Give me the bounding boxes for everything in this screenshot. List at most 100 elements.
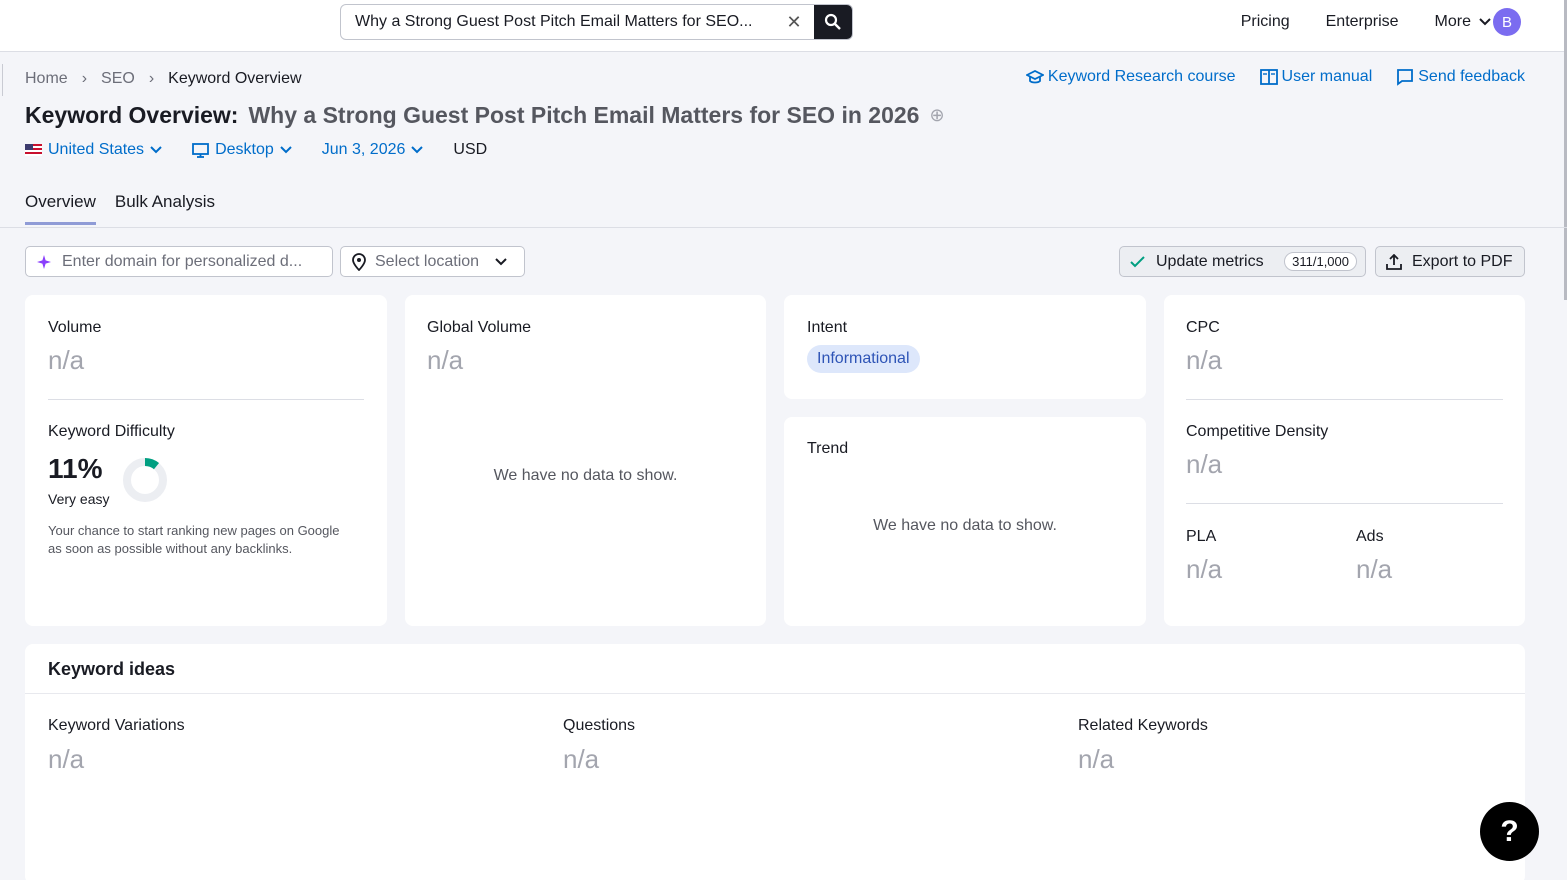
- device-select[interactable]: Desktop: [192, 141, 292, 159]
- us-flag-icon: [25, 144, 42, 156]
- search-icon: [824, 13, 841, 30]
- chevron-down-icon: [150, 146, 162, 154]
- ads-value: n/a: [1356, 554, 1393, 584]
- nav-pricing[interactable]: Pricing: [1241, 13, 1290, 31]
- volume-kd-card: Volume n/a Keyword Difficulty 11% Very e…: [25, 295, 387, 626]
- tab-overview[interactable]: Overview: [25, 192, 96, 225]
- divider: [25, 693, 1525, 694]
- questions-value: n/a: [563, 744, 600, 774]
- date-select[interactable]: Jun 3, 2026: [322, 141, 424, 159]
- chevron-down-icon: [1479, 18, 1491, 26]
- pla-value: n/a: [1186, 554, 1223, 584]
- map-pin-icon: [352, 252, 366, 271]
- title-keyword: Why a Strong Guest Post Pitch Email Matt…: [248, 102, 920, 128]
- keyword-search-box: Why a Strong Guest Post Pitch Email Matt…: [340, 4, 853, 40]
- sparkle-icon: [37, 254, 51, 269]
- tabs: Overview Bulk Analysis: [25, 192, 234, 225]
- manual-link-label: User manual: [1281, 68, 1373, 85]
- keyword-ideas-title: Keyword ideas: [48, 659, 176, 679]
- domain-input-placeholder: Enter domain for personalized d...: [62, 252, 303, 270]
- top-bar: Why a Strong Guest Post Pitch Email Matt…: [0, 0, 1567, 52]
- intent-card: Intent Informational: [784, 295, 1146, 399]
- help-button[interactable]: ?: [1480, 802, 1539, 861]
- density-value: n/a: [1186, 449, 1223, 479]
- check-icon: [1130, 255, 1145, 267]
- export-pdf-label: Export to PDF: [1412, 252, 1513, 270]
- course-link[interactable]: Keyword Research course: [1025, 68, 1236, 86]
- device-label: Desktop: [215, 141, 274, 158]
- sidebar-edge: [0, 64, 3, 96]
- nav-more[interactable]: More: [1435, 13, 1491, 31]
- chevron-down-icon: [280, 146, 292, 154]
- location-placeholder: Select location: [375, 252, 480, 270]
- export-pdf-button[interactable]: Export to PDF: [1375, 246, 1525, 277]
- add-to-list-icon[interactable]: ⊕: [929, 105, 944, 126]
- keyword-ideas-card: Keyword ideas Keyword Variations n/a Que…: [25, 644, 1525, 880]
- desktop-icon: [192, 142, 209, 158]
- feedback-link[interactable]: Send feedback: [1396, 68, 1525, 86]
- related-label[interactable]: Related Keywords: [1078, 717, 1208, 735]
- filter-bar: United States Desktop Jun 3, 2026 USD: [25, 141, 517, 159]
- kd-level: Very easy: [48, 491, 110, 507]
- volume-label: Volume: [48, 319, 102, 336]
- book-icon: [1259, 69, 1278, 85]
- country-select[interactable]: United States: [25, 141, 162, 159]
- avatar[interactable]: B: [1493, 8, 1521, 36]
- nav-more-label: More: [1434, 13, 1471, 30]
- divider: [48, 399, 364, 400]
- location-select[interactable]: Select location: [340, 246, 525, 277]
- volume-value: n/a: [48, 345, 85, 375]
- update-metrics-label: Update metrics: [1156, 252, 1264, 270]
- global-volume-value: n/a: [427, 345, 464, 375]
- trend-empty: We have no data to show.: [873, 517, 1057, 534]
- chevron-down-icon: [495, 257, 507, 265]
- breadcrumb-home[interactable]: Home: [25, 70, 68, 88]
- kd-donut-track: [123, 458, 167, 502]
- help-links: Keyword Research course User manual Send…: [1025, 68, 1525, 86]
- search-input[interactable]: Why a Strong Guest Post Pitch Email Matt…: [341, 13, 774, 31]
- intent-badge[interactable]: Informational: [807, 345, 920, 373]
- message-icon: [1397, 69, 1414, 86]
- chevron-right-icon: ›: [81, 70, 88, 87]
- density-label: Competitive Density: [1186, 423, 1329, 440]
- currency-label: USD: [453, 141, 488, 158]
- variations-value: n/a: [48, 744, 85, 774]
- kd-value: 11%: [48, 453, 103, 484]
- questions-label[interactable]: Questions: [563, 717, 635, 735]
- ads-label: Ads: [1356, 528, 1384, 545]
- global-volume-empty: We have no data to show.: [493, 467, 678, 484]
- search-button[interactable]: [814, 5, 852, 39]
- manual-link[interactable]: User manual: [1259, 68, 1373, 86]
- cpc-label: CPC: [1186, 319, 1220, 336]
- update-count-badge: 311/1,000: [1284, 252, 1357, 271]
- upload-icon: [1386, 253, 1402, 270]
- tab-divider: [0, 227, 1567, 228]
- trend-label: Trend: [807, 440, 849, 457]
- page-title: Keyword Overview: Why a Strong Guest Pos…: [25, 102, 945, 129]
- related-value: n/a: [1078, 744, 1115, 774]
- kd-description: Your chance to start ranking new pages o…: [48, 523, 340, 556]
- date-label: Jun 3, 2026: [321, 141, 406, 158]
- domain-input[interactable]: Enter domain for personalized d...: [25, 246, 333, 277]
- clear-icon[interactable]: ✕: [774, 12, 814, 33]
- kd-donut: [123, 458, 167, 502]
- cpc-value: n/a: [1186, 345, 1223, 375]
- tab-bulk-analysis[interactable]: Bulk Analysis: [115, 192, 215, 225]
- breadcrumb-seo[interactable]: SEO: [101, 70, 135, 88]
- kd-label: Keyword Difficulty: [48, 423, 175, 440]
- chevron-right-icon: ›: [148, 70, 155, 87]
- graduation-cap-icon: [1025, 69, 1044, 84]
- divider: [1186, 503, 1503, 504]
- global-volume-label: Global Volume: [427, 319, 532, 336]
- course-link-label: Keyword Research course: [1047, 68, 1236, 85]
- intent-label: Intent: [807, 319, 848, 336]
- cpc-card: CPC n/a Competitive Density n/a PLA n/a …: [1164, 295, 1525, 626]
- breadcrumb-current: Keyword Overview: [168, 70, 302, 87]
- nav-enterprise[interactable]: Enterprise: [1326, 13, 1399, 31]
- variations-label[interactable]: Keyword Variations: [48, 717, 185, 735]
- divider: [1186, 399, 1503, 400]
- country-label: United States: [48, 141, 145, 158]
- update-metrics-button[interactable]: Update metrics 311/1,000: [1119, 246, 1366, 277]
- title-prefix: Keyword Overview:: [25, 102, 239, 128]
- trend-card: Trend We have no data to show.: [784, 417, 1146, 626]
